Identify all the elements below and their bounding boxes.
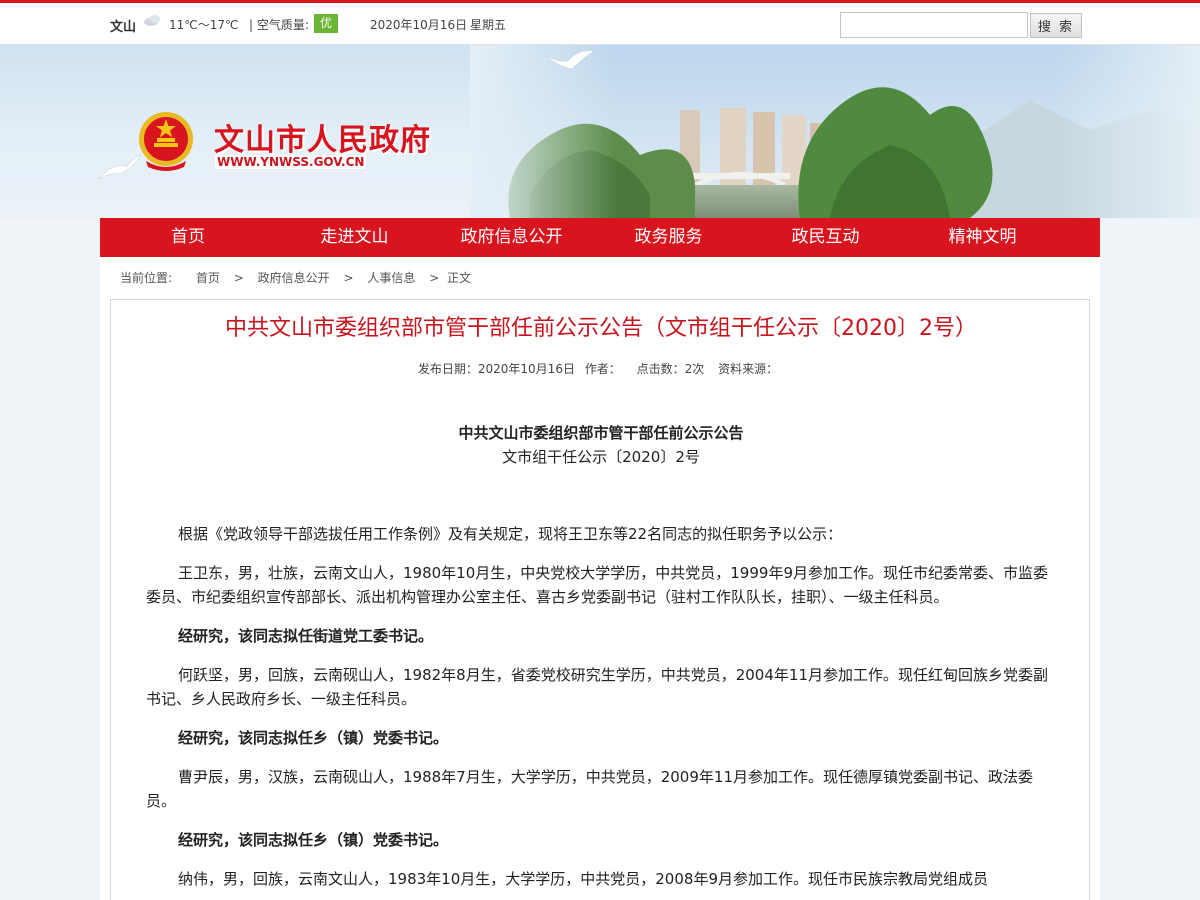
breadcrumb-current: 正文: [447, 271, 472, 285]
main-panel: 当前位置: 首页 > 政府信息公开 > 人事信息 > 正文 中共文山市委组织部市…: [100, 257, 1100, 900]
body-paragraph: 经研究，该同志拟任乡（镇）党委书记。: [178, 729, 449, 747]
breadcrumb-home[interactable]: 首页: [196, 271, 220, 285]
top-bar: 文山 11℃～17℃ | 空气质量: 优 2020年10月16日 星期五 搜 索: [0, 0, 1200, 45]
body-paragraph: 曹尹辰，男，汉族，云南砚山人，1988年7月生，大学学历，中共党员，2009年1…: [146, 768, 1033, 810]
breadcrumb-personnel[interactable]: 人事信息: [367, 271, 415, 285]
article-meta: 发布日期：2020年10月16日 作者： 点击数：2次 资料来源：: [111, 360, 1089, 377]
air-quality-label: | 空气质量:: [249, 18, 309, 32]
breadcrumb-gov-info[interactable]: 政府信息公开: [258, 271, 330, 285]
breadcrumb-separator: >: [343, 271, 354, 285]
document-heading: 中共文山市委组织部市管干部任前公示公告: [458, 424, 744, 442]
current-weekday: 星期五: [470, 18, 507, 32]
current-date: 2020年10月16日: [370, 18, 468, 32]
article: 中共文山市委组织部市管干部任前公示公告（文市组干任公示〔2020〕2号） 发布日…: [110, 299, 1090, 900]
nav-item-gov-services[interactable]: 政务服务: [590, 218, 747, 257]
city-name: 文山: [110, 20, 137, 35]
document-number: 文市组干任公示〔2020〕2号: [502, 448, 700, 466]
search-button[interactable]: 搜 索: [1030, 13, 1082, 38]
bird-decoration: [543, 50, 595, 70]
breadcrumb-separator: >: [429, 271, 440, 285]
air-quality-badge: 优: [314, 14, 338, 33]
article-title: 中共文山市委组织部市管干部任前公示公告（文市组干任公示〔2020〕2号）: [225, 316, 977, 341]
body-paragraph: 纳伟，男，回族，云南文山人，1983年10月生，大学学历，中共党员，2008年9…: [178, 870, 988, 888]
publish-date: 发布日期：2020年10月16日: [417, 362, 575, 376]
body-paragraph: 王卫东，男，壮族，云南文山人，1980年10月生，中央党校大学学历，中共党员，1…: [146, 564, 1048, 606]
breadcrumb: 当前位置: 首页 > 政府信息公开 > 人事信息 > 正文: [120, 269, 471, 286]
site-title[interactable]: 文山市人民政府: [214, 115, 431, 159]
search-input[interactable]: [840, 12, 1028, 38]
body-paragraph: 经研究，该同志拟任街道党工委书记。: [178, 627, 434, 645]
source: 资料来源：: [718, 362, 779, 376]
body-paragraph: 根据《党政领导干部选拔任用工作条例》及有关规定，现将王卫东等22名同志的拟任职务…: [178, 525, 843, 543]
main-nav: 首页 走进文山 政府信息公开 政务服务 政民互动 精神文明: [100, 218, 1100, 257]
click-count: 点击数：2次: [636, 362, 705, 376]
nav-item-interaction[interactable]: 政民互动: [747, 218, 904, 257]
nav-item-about-wenshan[interactable]: 走进文山: [276, 218, 433, 257]
breadcrumb-separator: >: [233, 271, 244, 285]
national-emblem-icon: [139, 112, 193, 171]
nav-item-civilization[interactable]: 精神文明: [904, 218, 1061, 257]
temperature: 11℃～17℃: [169, 18, 239, 32]
site-url: WWW.YNWSS.GOV.CN: [215, 155, 367, 169]
body-paragraph: 何跃坚，男，回族，云南砚山人，1982年8月生，省委党校研究生学历，中共党员，2…: [146, 666, 1048, 708]
header-banner: 文山市人民政府 WWW.YNWSS.GOV.CN: [0, 45, 1200, 218]
nav-item-home[interactable]: 首页: [100, 218, 276, 257]
cloud-icon: [144, 15, 160, 26]
nav-item-gov-info[interactable]: 政府信息公开: [433, 218, 590, 257]
article-body: 根据《党政领导干部选拔任用工作条例》及有关规定，现将王卫东等22名同志的拟任职务…: [146, 522, 1058, 900]
breadcrumb-label: 当前位置:: [120, 271, 173, 285]
author: 作者：: [584, 362, 621, 376]
body-paragraph: 经研究，该同志拟任乡（镇）党委书记。: [178, 831, 449, 849]
